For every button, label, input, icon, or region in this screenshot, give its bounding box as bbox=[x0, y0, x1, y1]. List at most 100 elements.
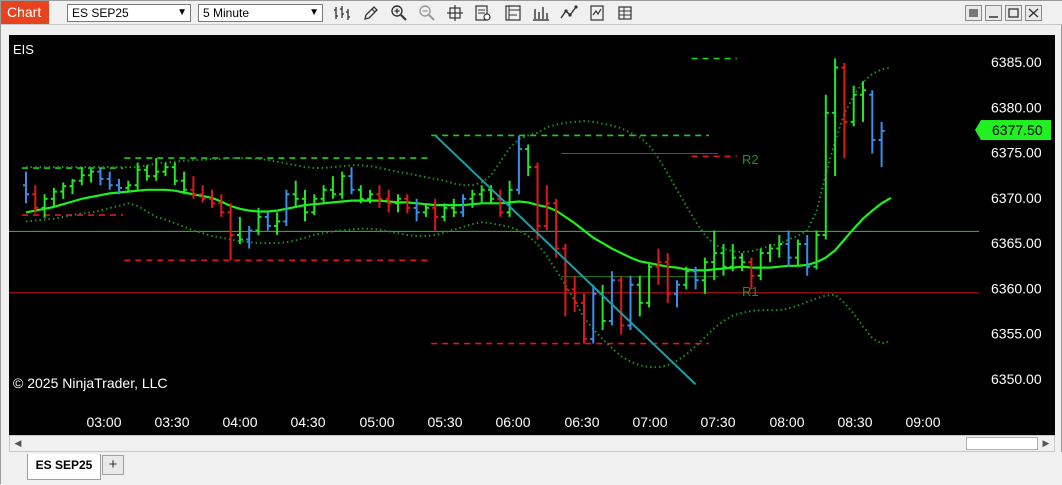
price-bar bbox=[562, 244, 569, 317]
price-tick-label: 6350.00 bbox=[991, 371, 1042, 387]
price-bar bbox=[878, 121, 885, 168]
chart-window: Chart ES SEP25 ▼ 5 Minute ▼ EIS © 2025 N… bbox=[0, 0, 1062, 485]
scroll-left-icon[interactable]: ◀ bbox=[10, 436, 26, 451]
price-bar bbox=[757, 248, 764, 281]
time-tick-label: 09:00 bbox=[905, 414, 940, 430]
bollinger-bands bbox=[25, 66, 892, 369]
level-label-r1: R1 bbox=[742, 284, 759, 299]
time-tick-label: 03:00 bbox=[86, 414, 121, 430]
templates-icon[interactable] bbox=[615, 4, 635, 22]
scroll-thumb[interactable] bbox=[966, 437, 1038, 450]
price-bar bbox=[646, 262, 653, 308]
zoom-in-icon[interactable] bbox=[389, 4, 409, 22]
tab-es-sep25[interactable]: ES SEP25 bbox=[27, 454, 101, 480]
timeframe-selector[interactable]: 5 Minute ▼ bbox=[198, 4, 323, 22]
draw-pencil-icon[interactable] bbox=[361, 4, 381, 22]
price-chart[interactable]: EIS © 2025 NinjaTrader, LLC R2 R1 6385.0… bbox=[9, 35, 1055, 435]
time-tick-label: 06:00 bbox=[495, 414, 530, 430]
time-axis[interactable]: 03:00 03:30 04:00 04:30 05:00 05:30 06:00 06:30… bbox=[86, 414, 940, 430]
scroll-right-icon[interactable]: ▶ bbox=[1038, 436, 1054, 451]
current-price-marker: 6377.50 bbox=[975, 120, 1051, 141]
time-tick-label: 07:00 bbox=[632, 414, 667, 430]
price-bar bbox=[701, 257, 708, 294]
instrument-selector[interactable]: ES SEP25 ▼ bbox=[67, 4, 191, 22]
lower-band-line bbox=[25, 202, 892, 369]
chart-window-tag[interactable]: Chart bbox=[1, 1, 49, 24]
price-bar bbox=[674, 280, 680, 308]
plus-icon: + bbox=[108, 456, 118, 473]
price-bar bbox=[776, 235, 783, 258]
price-bar bbox=[794, 239, 801, 267]
time-tick-label: 05:30 bbox=[427, 414, 462, 430]
chart-trader-icon[interactable] bbox=[559, 4, 579, 22]
price-bar bbox=[590, 284, 597, 344]
current-price-pointer bbox=[975, 120, 981, 141]
price-bar bbox=[339, 171, 346, 199]
crosshair-icon[interactable] bbox=[445, 4, 465, 22]
price-bar bbox=[804, 235, 811, 276]
tab-bar: ES SEP25 + bbox=[1, 452, 1062, 485]
indicators-icon[interactable] bbox=[531, 4, 551, 22]
instrument-value: ES SEP25 bbox=[72, 6, 129, 20]
window-options-icon[interactable] bbox=[965, 5, 982, 21]
price-bar bbox=[664, 253, 671, 303]
time-tick-label: 04:00 bbox=[222, 414, 257, 430]
bar-style-icon[interactable] bbox=[332, 4, 352, 22]
price-bars bbox=[23, 58, 885, 344]
price-bar bbox=[636, 275, 643, 317]
trendline-layer[interactable] bbox=[434, 134, 697, 386]
price-bar bbox=[450, 198, 457, 217]
data-box-icon[interactable] bbox=[473, 4, 493, 22]
time-tick-label: 04:30 bbox=[290, 414, 325, 430]
price-bar bbox=[832, 58, 839, 177]
price-tick-label: 6360.00 bbox=[991, 280, 1042, 296]
price-bar bbox=[739, 253, 746, 272]
price-bar bbox=[162, 162, 169, 177]
price-bar bbox=[181, 171, 188, 195]
price-tick-label: 6375.00 bbox=[991, 145, 1042, 161]
strategies-icon[interactable] bbox=[503, 4, 523, 22]
time-tick-label: 05:00 bbox=[359, 414, 394, 430]
price-bar bbox=[78, 167, 85, 186]
copyright-text: © 2025 NinjaTrader, LLC bbox=[13, 375, 168, 391]
price-bar bbox=[153, 158, 160, 181]
price-bar bbox=[218, 194, 225, 217]
price-bar bbox=[171, 162, 178, 186]
price-tick-label: 6355.00 bbox=[991, 326, 1042, 342]
price-bar bbox=[376, 185, 383, 208]
time-tick-label: 08:00 bbox=[769, 414, 804, 430]
price-bar bbox=[348, 167, 355, 195]
price-bar bbox=[506, 180, 513, 217]
level-lines bbox=[9, 57, 979, 345]
maximize-icon[interactable] bbox=[1005, 5, 1022, 21]
price-tick-label: 6385.00 bbox=[991, 54, 1042, 70]
price-bar bbox=[841, 63, 848, 159]
properties-icon[interactable] bbox=[587, 4, 607, 22]
time-tick-label: 07:30 bbox=[700, 414, 735, 430]
price-bar bbox=[88, 168, 95, 183]
zoom-out-icon[interactable] bbox=[417, 4, 437, 22]
price-chart-panel[interactable]: EIS © 2025 NinjaTrader, LLC R2 R1 6385.0… bbox=[9, 35, 1055, 435]
price-bar bbox=[599, 284, 606, 331]
price-bar bbox=[478, 185, 485, 204]
price-bar bbox=[264, 212, 271, 231]
price-tick-label: 6370.00 bbox=[991, 190, 1042, 206]
symbol-label: EIS bbox=[13, 42, 34, 57]
price-axis[interactable]: 6385.00 6380.00 6375.00 6370.00 6365.00 6360.… bbox=[991, 54, 1042, 387]
close-icon[interactable] bbox=[1025, 5, 1042, 21]
price-bar bbox=[767, 244, 773, 263]
horizontal-scrollbar[interactable]: ◀ ▶ bbox=[9, 435, 1055, 452]
price-bar bbox=[199, 185, 206, 203]
price-bar bbox=[655, 248, 662, 285]
minimize-icon[interactable] bbox=[985, 5, 1002, 21]
price-bar bbox=[23, 171, 29, 204]
price-bar bbox=[785, 230, 792, 267]
price-bar bbox=[329, 176, 336, 199]
current-price-value: 6377.50 bbox=[992, 122, 1043, 138]
price-bar bbox=[60, 182, 67, 199]
timeframe-value: 5 Minute bbox=[203, 6, 250, 20]
price-bar bbox=[711, 230, 718, 281]
price-bar bbox=[860, 81, 866, 122]
add-tab-button[interactable]: + bbox=[102, 455, 124, 475]
price-bar bbox=[432, 198, 439, 231]
